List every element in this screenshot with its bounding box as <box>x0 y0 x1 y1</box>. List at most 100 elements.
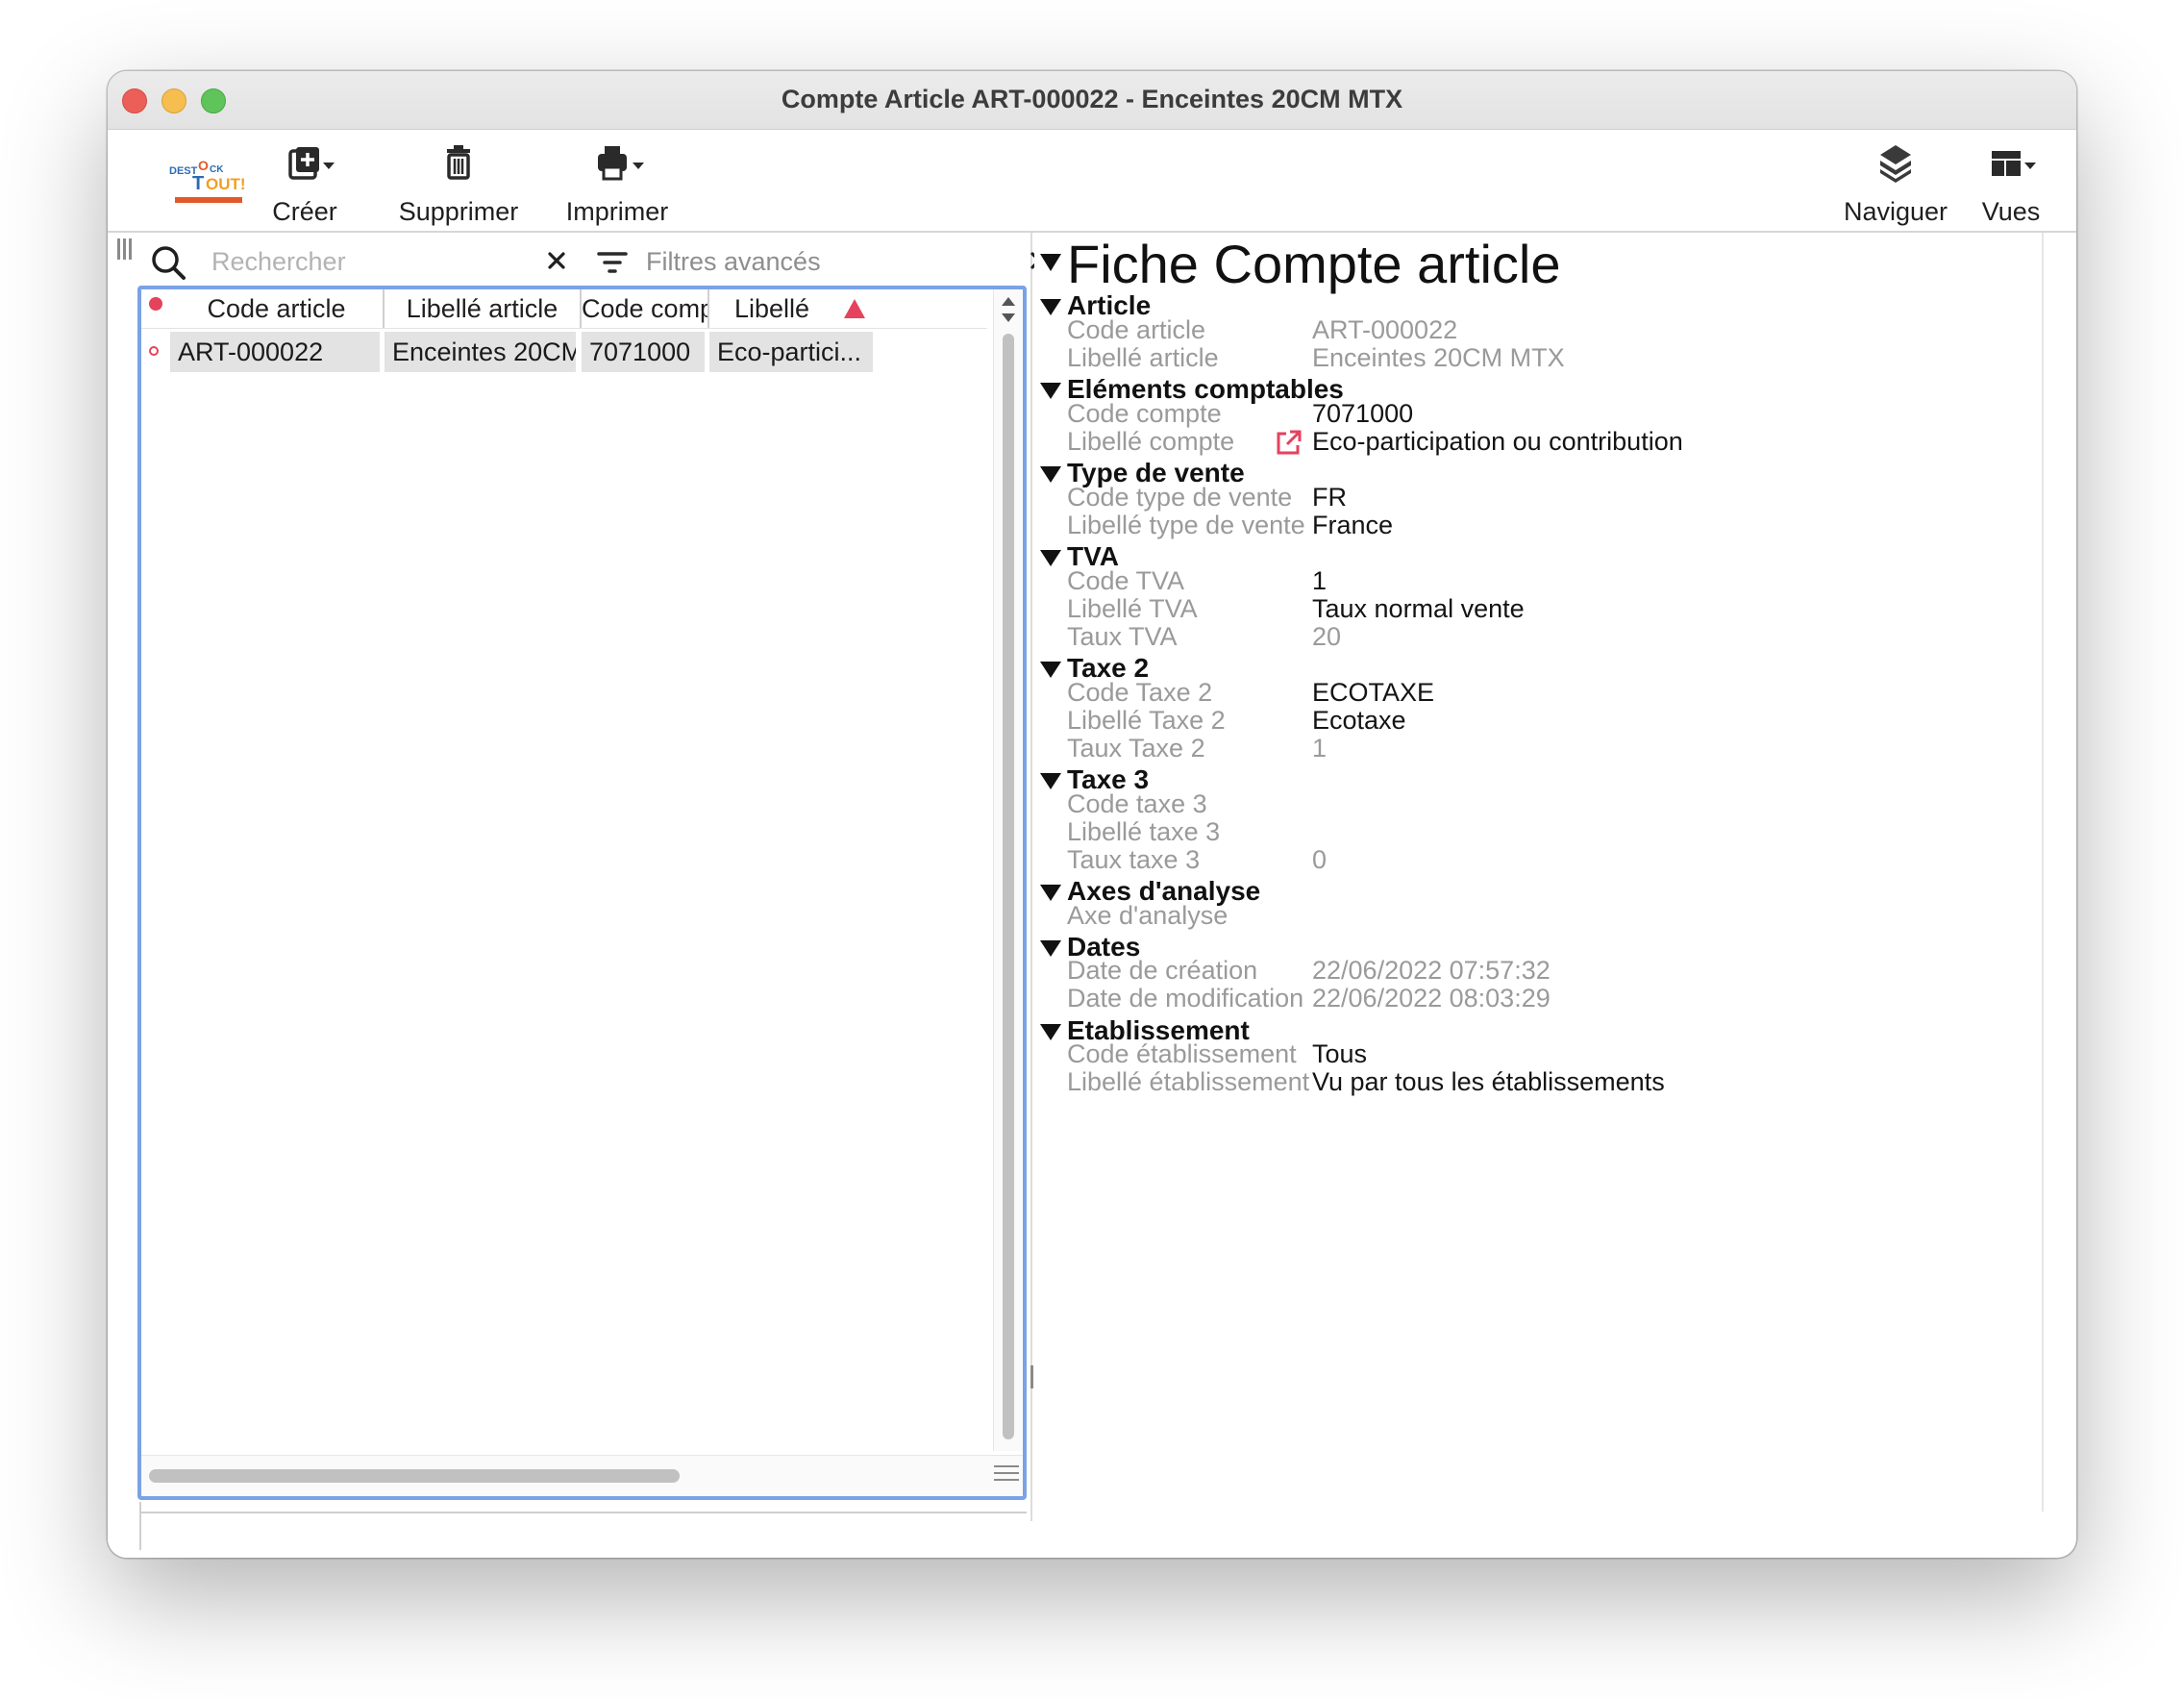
cell-code-compte: 7071000 <box>582 332 705 372</box>
creer-button[interactable]: Créer <box>252 130 358 231</box>
form-title-text: Fiche Compte article <box>1067 234 1561 294</box>
supprimer-label: Supprimer <box>398 197 519 226</box>
search-input[interactable] <box>210 242 540 281</box>
creer-label: Créer <box>272 197 337 226</box>
imprimer-button[interactable]: Imprimer <box>550 130 684 231</box>
field-value-taux-taxe-3: 0 <box>1312 845 1328 874</box>
column-header-code-compte[interactable]: Code compte <box>582 289 709 328</box>
cell-libelle: Eco-partici... <box>709 332 873 372</box>
field-label: Code établissement <box>1067 1039 1297 1068</box>
table-row[interactable]: ART-000022 Enceintes 20CM MTX 7071000 Ec… <box>141 330 987 374</box>
field-value-libelle-compte[interactable]: Eco-participation ou contribution <box>1312 427 1683 457</box>
layout-icon <box>1992 151 2036 176</box>
detail-pane: Fiche Compte article Article Code articl… <box>1034 233 2044 1521</box>
search-icon <box>152 246 186 280</box>
toolbar: DEST O CK T OUT! Créer Supprimer Imprime… <box>108 130 2076 233</box>
field-label: Libellé type de vente <box>1067 511 1305 539</box>
collapse-triangle-icon <box>1040 773 1061 789</box>
vues-label: Vues <box>1981 197 2041 226</box>
field-value-code-article: ART-000022 <box>1312 315 1458 344</box>
field-label: Code taxe 3 <box>1067 789 1207 818</box>
column-header-code-article[interactable]: Code article <box>170 289 385 328</box>
vertical-scrollbar[interactable] <box>993 289 1023 1451</box>
title-bar: Compte Article ART-000022 - Enceintes 20… <box>108 71 2076 130</box>
field-value-code-taxe-2[interactable]: ECOTAXE <box>1312 678 1434 708</box>
svg-text:T: T <box>192 173 204 194</box>
clear-search-icon[interactable] <box>542 246 571 275</box>
field-value-code-tva[interactable]: 1 <box>1312 566 1327 596</box>
results-table: Code article Libellé article Code compte… <box>137 286 1027 1500</box>
cell-libelle-article: Enceintes 20CM MTX <box>385 332 576 372</box>
add-document-icon <box>288 147 335 180</box>
field-label: Libellé établissement <box>1067 1067 1310 1096</box>
status-dot-icon <box>149 297 162 311</box>
column-header-libelle-label: Libellé <box>733 294 810 323</box>
svg-text:OUT!: OUT! <box>206 175 246 193</box>
vertical-scroll-thumb[interactable] <box>1003 334 1014 1439</box>
list-pane: Filtres avancés Code article Libellé art… <box>108 233 1048 1558</box>
collapse-triangle-icon <box>1040 550 1061 566</box>
field-value-date-modification: 22/06/2022 08:03:29 <box>1312 984 1551 1012</box>
field-label: Taux TVA <box>1067 622 1178 651</box>
field-value-date-creation: 22/06/2022 07:57:32 <box>1312 956 1551 985</box>
vues-button[interactable]: Vues <box>1973 130 2049 231</box>
field-label: Taux taxe 3 <box>1067 845 1201 874</box>
field-label: Date de création <box>1067 956 1258 985</box>
footer-divider <box>139 1502 141 1550</box>
field-value-libelle-type-vente[interactable]: France <box>1312 511 1393 540</box>
naviguer-label: Naviguer <box>1843 197 1948 226</box>
row-marker-icon <box>149 346 159 356</box>
field-value-libelle-taxe-2[interactable]: Ecotaxe <box>1312 706 1406 736</box>
field-value-code-compte[interactable]: 7071000 <box>1312 399 1413 429</box>
field-label: Taux Taxe 2 <box>1067 734 1205 762</box>
field-value-libelle-article: Enceintes 20CM MTX <box>1312 343 1565 372</box>
field-label: Code TVA <box>1067 566 1185 595</box>
field-label: Code type de vente <box>1067 483 1293 512</box>
field-value-libelle-etablissement[interactable]: Vu par tous les établissements <box>1312 1067 1665 1097</box>
window-title: Compte Article ART-000022 - Enceintes 20… <box>781 85 1403 113</box>
advanced-filters-link[interactable]: Filtres avancés <box>646 247 821 277</box>
field-value-code-type-vente[interactable]: FR <box>1312 483 1347 512</box>
imprimer-label: Imprimer <box>565 197 669 226</box>
app-logo: DEST O CK T OUT! <box>169 158 246 203</box>
cell-code-article: ART-000022 <box>170 332 380 372</box>
detail-pane-scroll-edge <box>2042 233 2044 1512</box>
field-label: Code Taxe 2 <box>1067 678 1213 707</box>
collapse-triangle-icon <box>1040 466 1061 483</box>
field-value-code-etablissement[interactable]: Tous <box>1312 1039 1367 1069</box>
field-label: Axe d'analyse <box>1067 901 1228 930</box>
collapse-triangle-icon <box>1040 254 1061 271</box>
column-header-libelle[interactable]: Libellé <box>709 289 873 328</box>
naviguer-button[interactable]: Naviguer <box>1828 130 1963 231</box>
field-label: Libellé taxe 3 <box>1067 817 1221 846</box>
horizontal-scrollbar[interactable] <box>141 1455 1023 1496</box>
supprimer-button[interactable]: Supprimer <box>382 130 535 231</box>
table-header: Code article Libellé article Code compte… <box>141 289 987 329</box>
filter-icon[interactable] <box>596 250 629 275</box>
horizontal-scroll-thumb[interactable] <box>149 1469 680 1483</box>
search-bar: Filtres avancés <box>142 240 1048 283</box>
column-menu-icon[interactable] <box>994 1465 1019 1487</box>
field-value-taux-taxe-2: 1 <box>1312 734 1328 762</box>
field-label: Code compte <box>1067 399 1222 428</box>
field-value-libelle-tva[interactable]: Taux normal vente <box>1312 594 1525 624</box>
field-value-taux-tva: 20 <box>1312 622 1342 651</box>
svg-text:O: O <box>198 158 209 173</box>
column-header-libelle-article[interactable]: Libellé article <box>385 289 582 328</box>
svg-text:CK: CK <box>210 164 224 175</box>
field-label: Libellé article <box>1067 343 1219 372</box>
field-label: Libellé compte <box>1067 427 1235 456</box>
field-label: Libellé TVA <box>1067 594 1198 623</box>
collapse-triangle-icon <box>1040 885 1061 901</box>
collapse-triangle-icon <box>1040 299 1061 315</box>
pane-divider[interactable] <box>1030 233 1032 1521</box>
trash-icon <box>447 145 470 180</box>
sort-ascending-icon <box>844 299 865 318</box>
external-link-icon[interactable] <box>1273 428 1303 459</box>
list-pane-grip[interactable] <box>117 238 135 262</box>
list-footer-line <box>140 1512 1027 1513</box>
printer-icon <box>598 146 644 181</box>
collapse-triangle-icon <box>1040 1024 1061 1040</box>
sort-toggle-icon[interactable] <box>1000 295 1017 324</box>
app-window: Compte Article ART-000022 - Enceintes 20… <box>108 71 2076 1558</box>
